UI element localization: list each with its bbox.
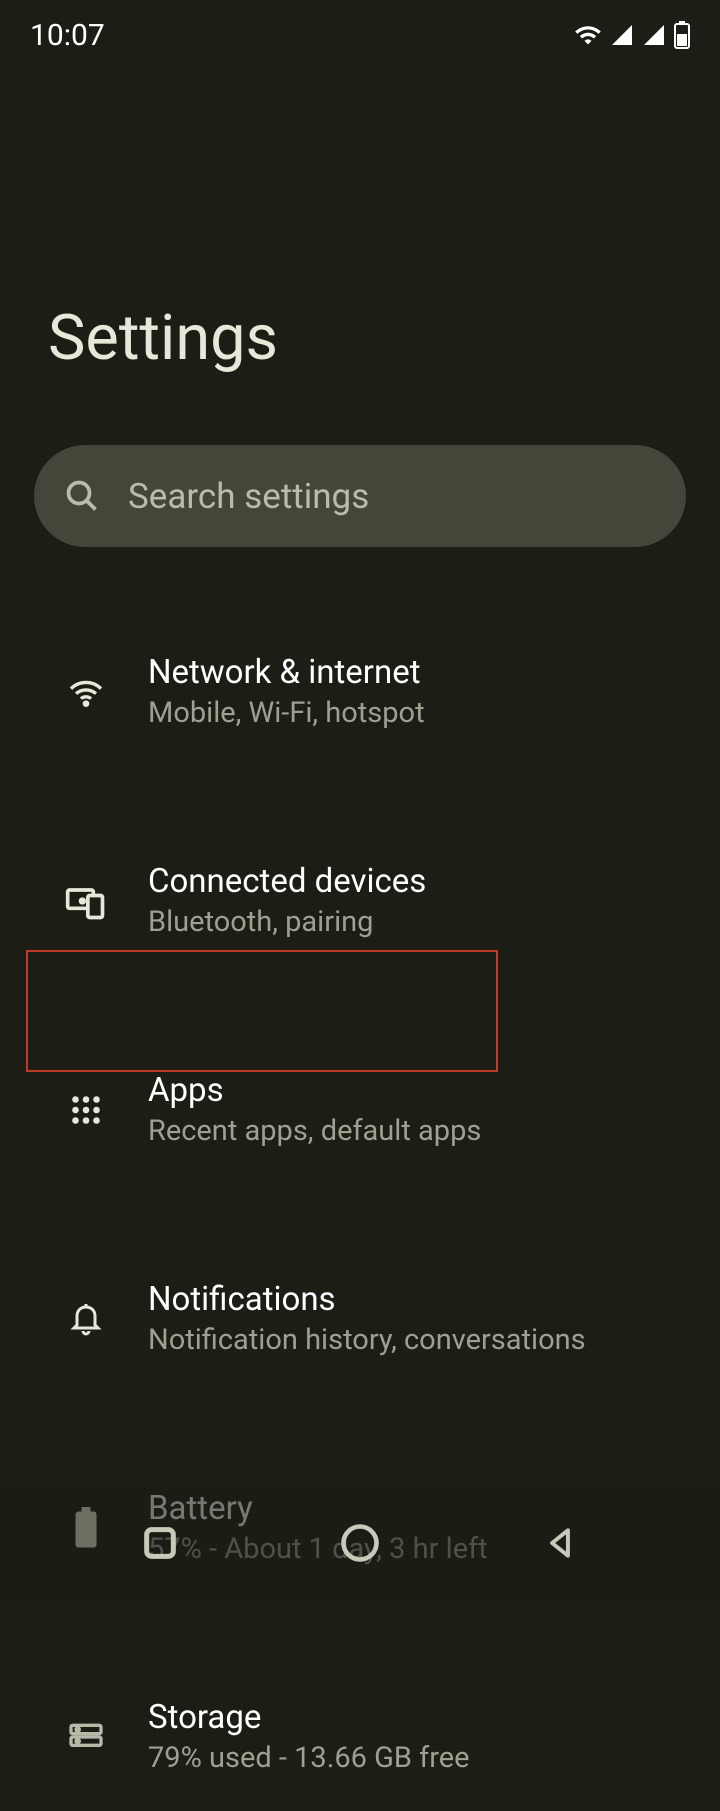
item-subtitle: 79% used - 13.66 GB free bbox=[148, 1741, 470, 1775]
battery-icon bbox=[674, 21, 690, 49]
settings-item-apps[interactable]: Apps Recent apps, default apps bbox=[0, 1035, 720, 1184]
wifi-icon bbox=[574, 21, 602, 49]
signal-icon-1 bbox=[610, 23, 634, 47]
navigation-bar bbox=[0, 1485, 720, 1600]
settings-list: Network & internet Mobile, Wi-Fi, hotspo… bbox=[0, 547, 720, 1811]
search-icon bbox=[64, 478, 100, 514]
bell-icon bbox=[64, 1297, 108, 1341]
status-bar: 10:07 bbox=[0, 0, 720, 70]
item-title: Storage bbox=[148, 1698, 470, 1737]
nav-recents-button[interactable] bbox=[136, 1519, 184, 1567]
apps-grid-icon bbox=[64, 1088, 108, 1132]
item-subtitle: Bluetooth, pairing bbox=[148, 905, 426, 939]
item-title: Apps bbox=[148, 1071, 481, 1110]
settings-item-storage[interactable]: Storage 79% used - 13.66 GB free bbox=[0, 1662, 720, 1811]
search-placeholder: Search settings bbox=[128, 476, 369, 517]
devices-icon bbox=[64, 879, 108, 923]
nav-home-button[interactable] bbox=[336, 1519, 384, 1567]
settings-item-network[interactable]: Network & internet Mobile, Wi-Fi, hotspo… bbox=[0, 617, 720, 766]
item-title: Notifications bbox=[148, 1280, 586, 1319]
settings-item-connected-devices[interactable]: Connected devices Bluetooth, pairing bbox=[0, 826, 720, 975]
search-bar[interactable]: Search settings bbox=[34, 445, 686, 547]
item-subtitle: Notification history, conversations bbox=[148, 1323, 586, 1357]
nav-back-button[interactable] bbox=[536, 1519, 584, 1567]
wifi-icon bbox=[64, 670, 108, 714]
signal-icon-2 bbox=[642, 23, 666, 47]
item-title: Connected devices bbox=[148, 862, 426, 901]
settings-item-notifications[interactable]: Notifications Notification history, conv… bbox=[0, 1244, 720, 1393]
page-title: Settings bbox=[0, 70, 720, 445]
status-icons bbox=[574, 21, 690, 49]
item-title: Network & internet bbox=[148, 653, 425, 692]
item-subtitle: Recent apps, default apps bbox=[148, 1114, 481, 1148]
item-subtitle: Mobile, Wi-Fi, hotspot bbox=[148, 696, 425, 730]
status-time: 10:07 bbox=[30, 18, 105, 53]
storage-icon bbox=[64, 1715, 108, 1759]
